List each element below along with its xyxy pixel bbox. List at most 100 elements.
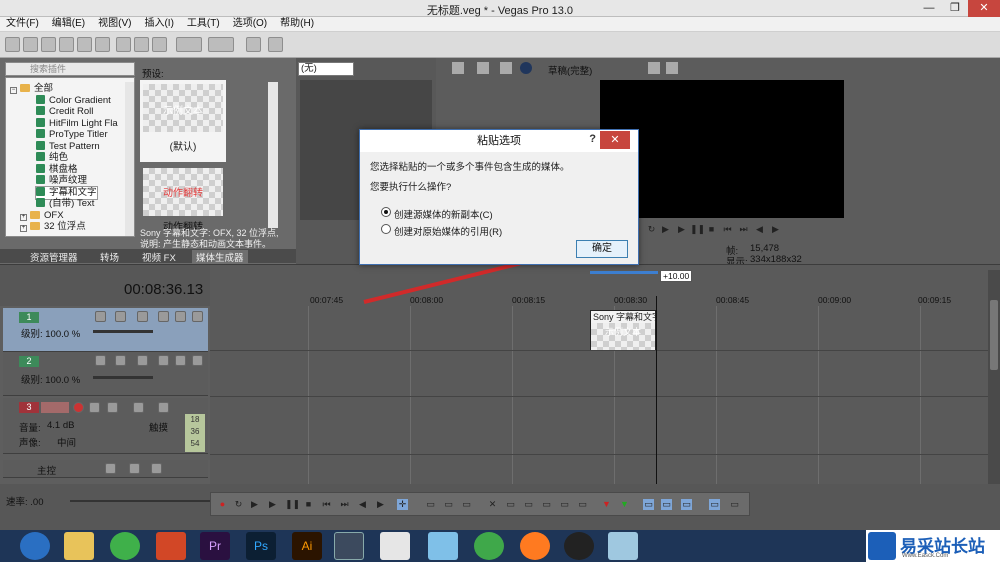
chrome-icon[interactable] — [474, 532, 504, 560]
wechat-icon[interactable] — [110, 532, 140, 560]
open-icon[interactable] — [23, 37, 38, 52]
bypass-icon[interactable] — [95, 311, 106, 322]
level-slider[interactable] — [93, 376, 153, 379]
record-icon[interactable]: ● — [217, 499, 228, 510]
go-start-icon[interactable]: ⏮ — [722, 224, 733, 235]
master-track[interactable]: 主控 — [3, 460, 208, 478]
render-icon[interactable] — [77, 37, 92, 52]
start-icon[interactable] — [20, 532, 50, 560]
ok-button[interactable]: 确定 — [576, 240, 628, 258]
save-icon[interactable] — [41, 37, 56, 52]
tree-scrollbar[interactable] — [125, 82, 134, 236]
help-icon[interactable] — [268, 37, 283, 52]
ignore-grouping-icon[interactable]: ▭ — [729, 499, 740, 510]
tab-media-generators[interactable]: 媒体生成器 — [192, 250, 248, 264]
option-reference-radio[interactable] — [381, 224, 391, 234]
plugin-search-input[interactable]: 搜索插件 — [5, 62, 135, 76]
level-slider[interactable] — [93, 330, 153, 333]
menu-options[interactable]: 选项(O) — [227, 17, 274, 31]
timeline-scrollbar[interactable] — [988, 270, 1000, 484]
menu-file[interactable]: 文件(F) — [0, 17, 46, 31]
automation-mode[interactable]: 触摸 — [149, 420, 168, 434]
master-fx-icon[interactable] — [105, 463, 116, 474]
option-new-copy-label[interactable]: 创建源媒体的新副本(C) — [394, 207, 493, 221]
save-snapshot-icon[interactable] — [666, 62, 678, 74]
project-properties-icon[interactable] — [452, 62, 464, 74]
menu-tools[interactable]: 工具(T) — [181, 17, 227, 31]
mute-icon[interactable] — [158, 402, 169, 413]
trim-end-icon[interactable]: ▭ — [541, 499, 552, 510]
track-name-field[interactable] — [41, 402, 69, 413]
play-icon[interactable]: ▶ — [267, 499, 278, 510]
new-icon[interactable] — [5, 37, 20, 52]
browser-icon[interactable] — [520, 532, 550, 560]
dialog-help-button[interactable]: ? — [589, 133, 596, 145]
invert-phase-icon[interactable] — [89, 402, 100, 413]
timeline-area[interactable]: Sony 字幕和文字 示例文本 — [210, 296, 988, 484]
rate-slider[interactable] — [70, 500, 210, 502]
track-fx-icon[interactable] — [115, 311, 126, 322]
auto-ripple-icon[interactable]: ▭ — [681, 499, 692, 510]
automation-icon[interactable] — [129, 463, 140, 474]
tree-item[interactable]: ProType Titler — [36, 129, 108, 141]
prev-frame-icon[interactable]: ◀ — [754, 224, 765, 235]
tab-video-fx[interactable]: 视频 FX — [142, 250, 176, 264]
tab-transitions[interactable]: 转场 — [100, 250, 119, 264]
split-screen-icon[interactable] — [520, 62, 532, 74]
preset-default[interactable]: 示例文本 (默认) — [140, 80, 226, 162]
track-fx-icon[interactable] — [115, 355, 126, 366]
loop-icon[interactable]: ↻ — [646, 224, 657, 235]
menu-help[interactable]: 帮助(H) — [274, 17, 321, 31]
copy-icon[interactable] — [134, 37, 149, 52]
video-track-1[interactable]: 1 级别: 100.0 % — [3, 308, 208, 352]
pause-icon[interactable]: ❚❚ — [690, 224, 705, 235]
envelope-tool-icon[interactable]: ▭ — [425, 499, 436, 510]
menu-view[interactable]: 视图(V) — [92, 17, 138, 31]
motion-icon[interactable] — [137, 311, 148, 322]
app-icon[interactable] — [428, 532, 458, 560]
lock-envelopes-icon[interactable]: ▭ — [709, 499, 720, 510]
option-new-copy-radio[interactable] — [381, 207, 391, 217]
app-icon[interactable] — [608, 532, 638, 560]
stop-icon[interactable]: ■ — [706, 224, 717, 235]
go-start-icon[interactable]: ⏮ — [321, 499, 332, 510]
trim-start-icon[interactable]: ▭ — [523, 499, 534, 510]
redo-icon[interactable] — [208, 37, 234, 52]
dialog-close-button[interactable]: ✕ — [600, 131, 630, 149]
tree-item[interactable]: (自带) Text — [36, 198, 94, 210]
play-icon[interactable]: ▶ — [676, 224, 687, 235]
explorer-icon[interactable] — [64, 532, 94, 560]
photoshop-icon[interactable]: Ps — [246, 532, 276, 560]
mute-icon[interactable] — [151, 463, 162, 474]
track-fx-icon[interactable] — [107, 402, 118, 413]
vegas-icon[interactable] — [334, 532, 364, 560]
qq-icon[interactable] — [564, 532, 594, 560]
text-event-clip[interactable]: Sony 字幕和文字 示例文本 — [590, 310, 656, 350]
audio-track-3[interactable]: 3 音量: 4.1 dB 声像: 中间 触摸 18 36 54 — [3, 398, 208, 454]
event-icon[interactable] — [246, 37, 261, 52]
next-frame-icon[interactable]: ▶ — [375, 499, 386, 510]
trimmer-select[interactable]: (无) — [298, 62, 354, 76]
copy-snapshot-icon[interactable] — [648, 62, 660, 74]
auto-crossfade-icon[interactable]: ▭ — [661, 499, 672, 510]
minimize-button[interactable]: — — [916, 0, 942, 17]
menu-insert[interactable]: 插入(I) — [138, 17, 180, 31]
composite-icon[interactable] — [158, 355, 169, 366]
preset-scrollbar[interactable] — [268, 82, 278, 228]
go-end-icon[interactable]: ⏭ — [339, 499, 350, 510]
undo-icon[interactable] — [176, 37, 202, 52]
premiere-icon[interactable]: Pr — [200, 532, 230, 560]
tree-item[interactable]: 纯色 — [36, 152, 68, 164]
snapping-icon[interactable]: ▭ — [643, 499, 654, 510]
illustrator-icon[interactable]: Ai — [292, 532, 322, 560]
split-icon[interactable]: ▭ — [559, 499, 570, 510]
delete-icon[interactable]: ✕ — [487, 499, 498, 510]
arm-record-icon[interactable] — [73, 402, 84, 413]
solo-icon[interactable] — [192, 355, 203, 366]
edit-tool-icon[interactable]: ✛ — [397, 499, 408, 510]
zoom-tool-icon[interactable]: ▭ — [461, 499, 472, 510]
automation-icon[interactable] — [133, 402, 144, 413]
tree-item[interactable]: − 全部 — [10, 83, 53, 95]
next-frame-icon[interactable]: ▶ — [770, 224, 781, 235]
loop-region[interactable] — [590, 271, 658, 274]
